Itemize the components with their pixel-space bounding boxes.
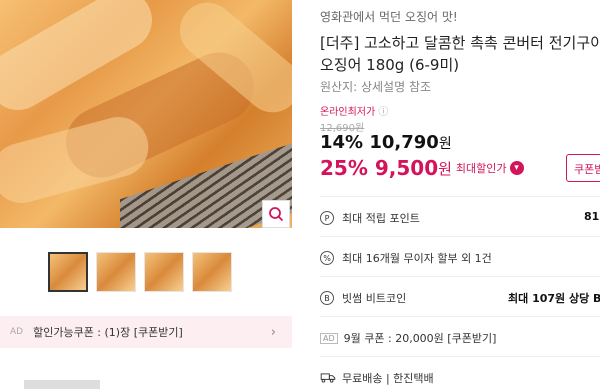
sale-price: 14% 10,790원	[320, 132, 452, 153]
product-info: 영화관에서 먹던 오징어 맛! [더주] 고소하고 달콤한 촉촉 콘버터 전기구…	[320, 0, 600, 389]
bitcoin-icon: B	[320, 291, 334, 305]
chevron-right-icon: ›	[270, 324, 276, 340]
divider	[320, 276, 600, 277]
help-icon[interactable]: ⓘ	[378, 107, 388, 118]
magnifier-icon	[269, 207, 284, 222]
currency-unit: 원	[438, 136, 452, 152]
truck-icon	[320, 373, 336, 383]
online-label-text: 온라인최저가	[320, 107, 376, 118]
thumbnail-2[interactable]	[96, 252, 136, 292]
coupon-bar-text: 할인가능쿠폰 : (1)장 [쿠폰받기]	[33, 326, 183, 339]
benefit-label: 빗썸 비트코인	[342, 292, 407, 305]
chevron-down-icon[interactable]: ▾	[509, 161, 524, 175]
benefit-bitcoin: B 빗썸 비트코인	[320, 290, 406, 306]
divider	[320, 196, 600, 197]
max-discount-label: 최대할인가	[455, 162, 507, 175]
max-discount-price-value: 9,500	[374, 156, 439, 180]
divider	[320, 316, 600, 317]
product-main-image[interactable]	[0, 0, 292, 228]
benefit-installment[interactable]: % 최대 16개월 무이자 할부 외 1건	[320, 250, 492, 266]
zoom-button[interactable]	[262, 200, 290, 228]
benefit-value: 최대 107원 상당 B	[508, 292, 600, 305]
get-coupon-button[interactable]: 쿠폰받	[566, 154, 600, 182]
thumbnail-4[interactable]	[192, 252, 232, 292]
thumbnail-strip	[48, 252, 232, 292]
max-discount-price: 25% 9,500 원 최대할인가 ▾	[320, 156, 524, 180]
thumbnail-1[interactable]	[48, 252, 88, 292]
product-title: [더주] 고소하고 달콤한 촉촉 콘버터 전기구이오징어 180g (6-9미)	[320, 34, 600, 74]
online-lowest-price-label: 온라인최저가 ⓘ	[320, 103, 388, 118]
divider	[320, 356, 600, 357]
benefit-points: P 최대 적립 포인트	[320, 210, 420, 226]
divider	[320, 236, 600, 237]
benefit-label: 9월 쿠폰 : 20,000원 [쿠폰받기]	[343, 332, 497, 345]
sale-price-value: 10,790	[369, 132, 439, 153]
thumbnail-3[interactable]	[144, 252, 184, 292]
benefit-label: 무료배송 | 한진택배	[342, 372, 434, 385]
available-coupon-bar[interactable]: AD 할인가능쿠폰 : (1)장 [쿠폰받기] ›	[0, 316, 292, 348]
points-icon: P	[320, 211, 334, 225]
currency-unit: 원	[438, 159, 452, 178]
detail-image-preview	[24, 380, 100, 389]
product-subtitle: 영화관에서 먹던 오징어 맛!	[320, 10, 458, 24]
product-gallery: AD 할인가능쿠폰 : (1)장 [쿠폰받기] ›	[0, 0, 306, 389]
max-discount-rate: 25%	[320, 156, 368, 180]
product-origin: 원산지: 상세설명 참조	[320, 80, 432, 94]
percent-icon: %	[320, 251, 334, 265]
benefit-shipping: 무료배송 | 한진택배	[320, 370, 434, 386]
benefit-september-coupon[interactable]: AD 9월 쿠폰 : 20,000원 [쿠폰받기]	[320, 330, 496, 346]
discount-rate: 14%	[320, 132, 364, 153]
benefit-label: 최대 적립 포인트	[342, 212, 420, 225]
ad-tag: AD	[320, 332, 338, 344]
ad-tag: AD	[10, 327, 24, 337]
benefit-label: 최대 16개월 무이자 할부 외 1건	[342, 252, 492, 265]
benefit-value: 815	[584, 210, 600, 223]
